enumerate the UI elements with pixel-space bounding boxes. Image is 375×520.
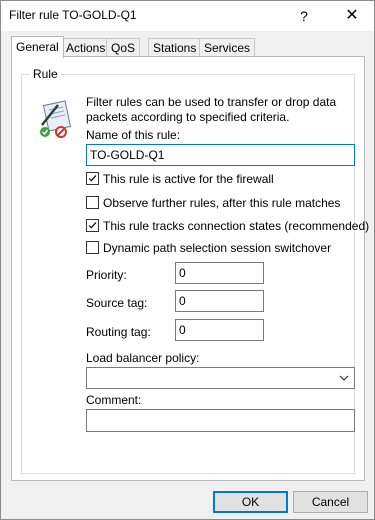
ok-button[interactable]: OK <box>213 491 288 513</box>
cancel-button[interactable]: Cancel <box>293 491 368 513</box>
rule-name-input[interactable]: TO-GOLD-Q1 <box>86 144 355 166</box>
tab-stations[interactable]: Stations <box>148 38 202 57</box>
help-button[interactable]: ? <box>291 5 317 27</box>
rule-group-label: Rule <box>30 67 61 81</box>
checkbox-checked-icon <box>86 172 99 185</box>
priority-value: 0 <box>179 266 186 280</box>
load-balancer-select[interactable] <box>86 367 355 389</box>
checkbox-label: This rule is active for the firewall <box>103 172 274 186</box>
priority-label: Priority: <box>86 268 127 282</box>
name-label: Name of this rule: <box>86 128 181 142</box>
tab-general[interactable]: General <box>11 36 64 58</box>
checkbox-label: Dynamic path selection session switchove… <box>103 241 332 255</box>
comment-label: Comment: <box>86 393 142 407</box>
checkbox-label: This rule tracks connection states (reco… <box>103 219 370 233</box>
checkbox-checked-icon <box>86 219 99 232</box>
routing-tag-label: Routing tag: <box>86 325 151 339</box>
rule-name-value: TO-GOLD-Q1 <box>90 148 165 162</box>
priority-input[interactable]: 0 <box>175 262 264 284</box>
close-button[interactable]: ✕ <box>339 5 365 27</box>
filter-rule-dialog: Filter rule TO-GOLD-Q1 ? ✕ General Actio… <box>0 0 375 520</box>
checkbox-unchecked-icon <box>86 196 99 209</box>
routing-tag-value: 0 <box>179 323 186 337</box>
comment-input[interactable] <box>86 409 355 432</box>
tab-services[interactable]: Services <box>199 38 256 57</box>
checkbox-label: Observe further rules, after this rule m… <box>103 196 341 210</box>
rule-description: Filter rules can be used to transfer or … <box>86 95 337 124</box>
source-tag-label: Source tag: <box>86 296 148 310</box>
tab-actions[interactable]: Actions <box>61 38 111 57</box>
chevron-down-icon <box>339 375 349 381</box>
general-tab-panel: Rule Filter rules can be used to transfe… <box>11 56 369 481</box>
tab-qos[interactable]: QoS <box>106 38 141 57</box>
title-bar: Filter rule TO-GOLD-Q1 ? ✕ <box>1 1 374 31</box>
source-tag-value: 0 <box>179 294 186 308</box>
rule-group: Rule Filter rules can be used to transfe… <box>21 67 369 474</box>
source-tag-input[interactable]: 0 <box>175 290 264 312</box>
routing-tag-input[interactable]: 0 <box>175 319 264 341</box>
checkbox-unchecked-icon <box>86 241 99 254</box>
filter-rule-icon <box>40 100 72 138</box>
window-title: Filter rule TO-GOLD-Q1 <box>9 8 137 22</box>
load-balancer-label: Load balancer policy: <box>86 351 200 365</box>
